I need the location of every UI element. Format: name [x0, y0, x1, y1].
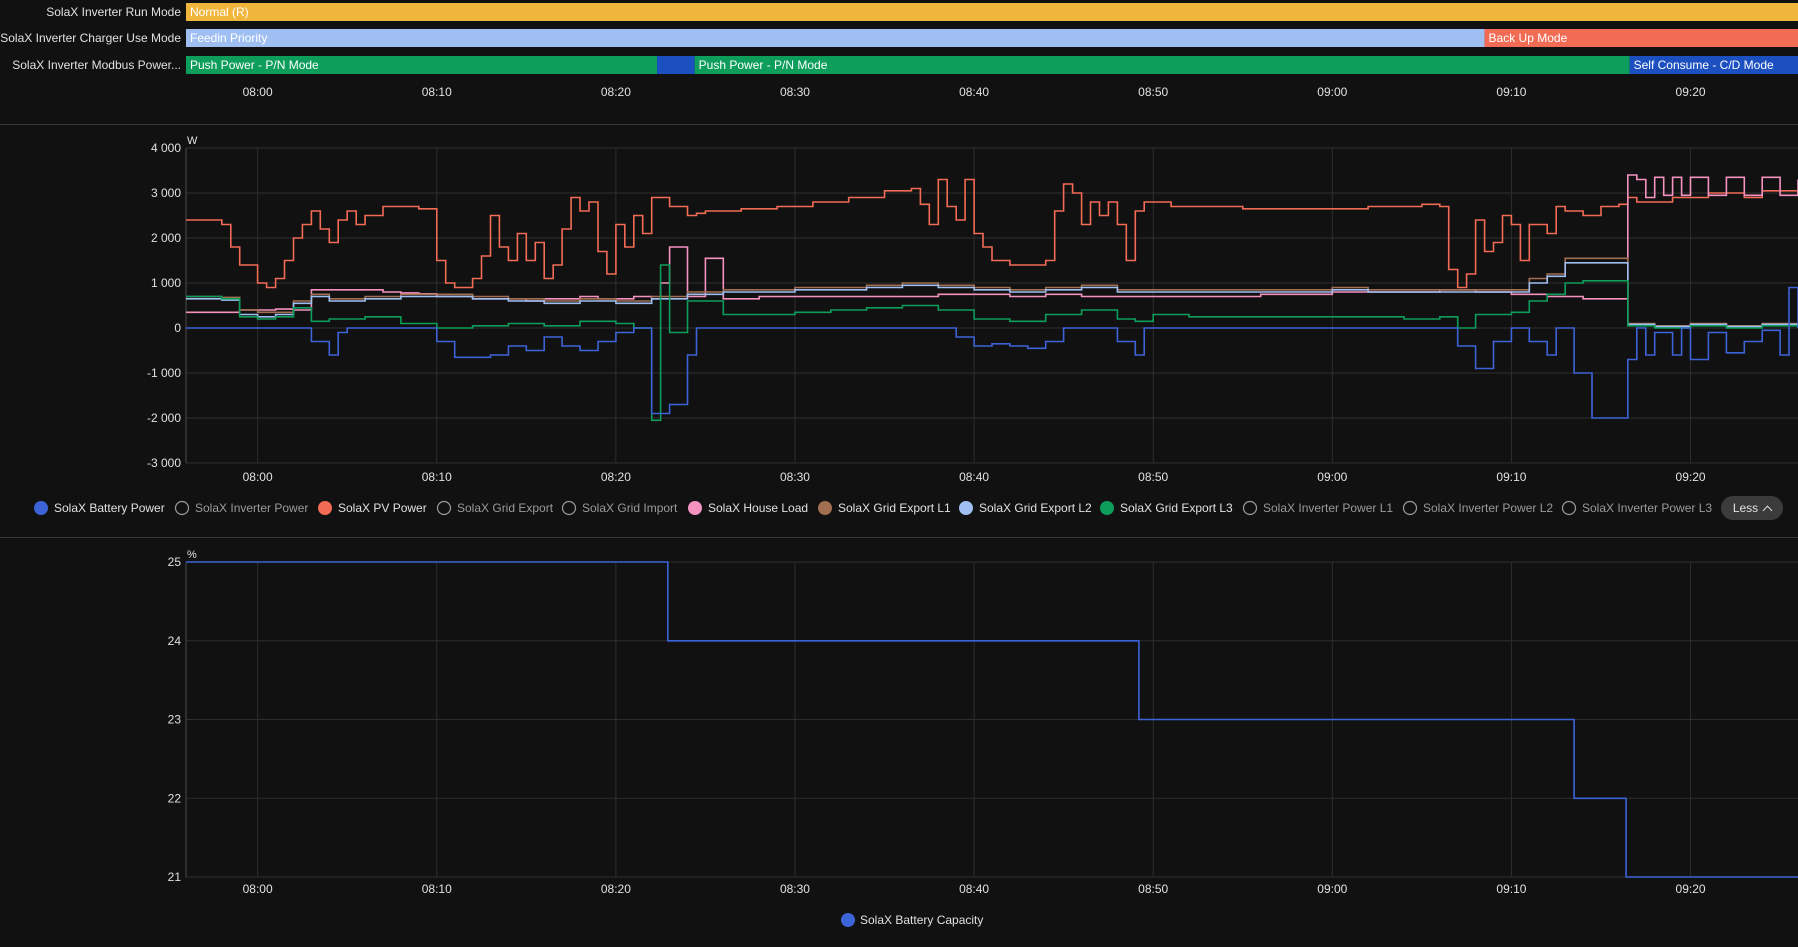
battery-capacity-chart: 21 22 23 24 25 % 08:00 08:10 08:20 08:30 08:40 08:5… — [168, 549, 1798, 896]
y-tick-label: 21 — [168, 870, 182, 884]
x-tick-label: 09:10 — [1496, 882, 1526, 896]
legend-item-label[interactable]: SolaX PV Power — [338, 501, 427, 515]
y-tick-label: 3 000 — [151, 186, 181, 200]
legend-item-label[interactable]: SolaX Inverter Power L2 — [1423, 501, 1553, 515]
x-tick-label: 08:10 — [422, 882, 452, 896]
legend-marker[interactable] — [1242, 500, 1258, 516]
less-button-label: Less — [1732, 501, 1759, 515]
y-tick-label: 4 000 — [151, 141, 181, 155]
legend-marker[interactable] — [1561, 500, 1577, 516]
series-line[interactable] — [186, 178, 1798, 289]
power-legend: SolaX Battery Power SolaX Inverter Power S… — [34, 500, 1712, 516]
timeline-segment[interactable] — [186, 3, 1798, 21]
timeline-segment[interactable] — [186, 29, 1485, 47]
timeline-row-label: SolaX Inverter Charger Use Mode — [0, 31, 181, 45]
timeline-row-label: SolaX Inverter Modbus Power... — [12, 58, 181, 72]
timeline-segment-label: Push Power - P/N Mode — [190, 58, 319, 72]
y-tick-label: 24 — [168, 634, 182, 648]
legend-marker[interactable] — [34, 501, 48, 515]
y-tick-label: -3 000 — [147, 456, 181, 470]
x-tick-label: 08:20 — [601, 470, 631, 484]
legend-marker[interactable] — [1402, 500, 1418, 516]
timeline-chart: SolaX Inverter Run Mode Normal (R) SolaX I… — [0, 3, 1798, 99]
x-tick-label: 08:10 — [422, 85, 452, 99]
x-tick-label: 08:30 — [780, 470, 810, 484]
timeline-segment[interactable] — [694, 56, 1630, 74]
legend-marker[interactable] — [318, 501, 332, 515]
x-tick-label: 09:10 — [1496, 85, 1526, 99]
series-line[interactable] — [186, 286, 1798, 419]
legend-item-label[interactable]: SolaX Grid Import — [582, 501, 678, 515]
y-tick-label: 0 — [174, 321, 181, 335]
history-dashboard: SolaX Inverter Run Mode Normal (R) SolaX I… — [0, 3, 1798, 927]
legend-marker[interactable] — [959, 501, 973, 515]
x-tick-label: 08:30 — [780, 85, 810, 99]
x-tick-label: 08:10 — [422, 470, 452, 484]
legend-marker[interactable] — [818, 501, 832, 515]
y-tick-label: -2 000 — [147, 411, 181, 425]
legend-item-label[interactable]: SolaX House Load — [708, 501, 808, 515]
legend-item-label[interactable]: SolaX Inverter Power — [195, 501, 308, 515]
legend-item-label[interactable]: SolaX Grid Export L3 — [1120, 501, 1233, 515]
timeline-segment-label: Normal (R) — [190, 5, 249, 19]
legend-item-label[interactable]: SolaX Inverter Power L1 — [1263, 501, 1393, 515]
legend-marker[interactable] — [688, 501, 702, 515]
capacity-legend: SolaX Battery Capacity — [841, 913, 983, 927]
timeline-segment-label: Self Consume - C/D Mode — [1634, 58, 1774, 72]
y-axis-unit: % — [187, 549, 197, 561]
x-tick-label: 08:50 — [1138, 470, 1168, 484]
timeline-segment-label: Push Power - P/N Mode — [699, 58, 828, 72]
legend-item-label[interactable]: SolaX Grid Export L1 — [838, 501, 951, 515]
y-tick-label: 1 000 — [151, 276, 181, 290]
timeline-segment-label: Feedin Priority — [190, 31, 267, 45]
legend-marker[interactable] — [1100, 501, 1114, 515]
timeline-segment-label: Back Up Mode — [1489, 31, 1568, 45]
x-tick-label: 08:00 — [243, 85, 273, 99]
y-axis-unit: W — [187, 135, 198, 147]
y-tick-label: 25 — [168, 555, 182, 569]
series-line[interactable] — [186, 174, 1798, 314]
x-tick-label: 08:50 — [1138, 882, 1168, 896]
less-button[interactable]: Less — [1721, 496, 1783, 520]
x-tick-label: 09:20 — [1676, 470, 1706, 484]
x-tick-label: 08:40 — [959, 85, 989, 99]
legend-item-label[interactable]: SolaX Battery Power — [54, 501, 165, 515]
x-tick-label: 09:20 — [1676, 85, 1706, 99]
x-tick-label: 08:30 — [780, 882, 810, 896]
x-tick-label: 08:00 — [243, 470, 273, 484]
timeline-row-label: SolaX Inverter Run Mode — [46, 5, 181, 19]
x-tick-label: 08:20 — [601, 85, 631, 99]
power-chart: -3 000 -2 000 -1 000 0 1 000 2 000 3 000 4 000 W… — [147, 135, 1798, 484]
x-tick-label: 09:00 — [1317, 85, 1347, 99]
x-tick-label: 08:00 — [243, 882, 273, 896]
x-tick-label: 09:00 — [1317, 882, 1347, 896]
x-tick-label: 08:40 — [959, 470, 989, 484]
y-tick-label: -1 000 — [147, 366, 181, 380]
legend-marker[interactable] — [841, 913, 855, 927]
legend-marker[interactable] — [436, 500, 452, 516]
x-tick-label: 08:50 — [1138, 85, 1168, 99]
series-line[interactable] — [186, 257, 1798, 327]
chevron-up-icon — [1762, 505, 1773, 515]
legend-marker[interactable] — [174, 500, 190, 516]
legend-item-label[interactable]: SolaX Battery Capacity — [860, 913, 983, 927]
timeline-segment[interactable] — [657, 56, 695, 74]
x-tick-label: 09:20 — [1676, 882, 1706, 896]
x-tick-label: 08:40 — [959, 882, 989, 896]
legend-item-label[interactable]: SolaX Grid Export — [457, 501, 554, 515]
x-tick-label: 09:10 — [1496, 470, 1526, 484]
legend-item-label[interactable]: SolaX Grid Export L2 — [979, 501, 1092, 515]
legend-item-label[interactable]: SolaX Inverter Power L3 — [1582, 501, 1712, 515]
x-tick-label: 08:20 — [601, 882, 631, 896]
y-tick-label: 22 — [168, 791, 182, 805]
y-tick-label: 2 000 — [151, 231, 181, 245]
legend-marker[interactable] — [561, 500, 577, 516]
x-tick-label: 09:00 — [1317, 470, 1347, 484]
y-tick-label: 23 — [168, 713, 182, 727]
